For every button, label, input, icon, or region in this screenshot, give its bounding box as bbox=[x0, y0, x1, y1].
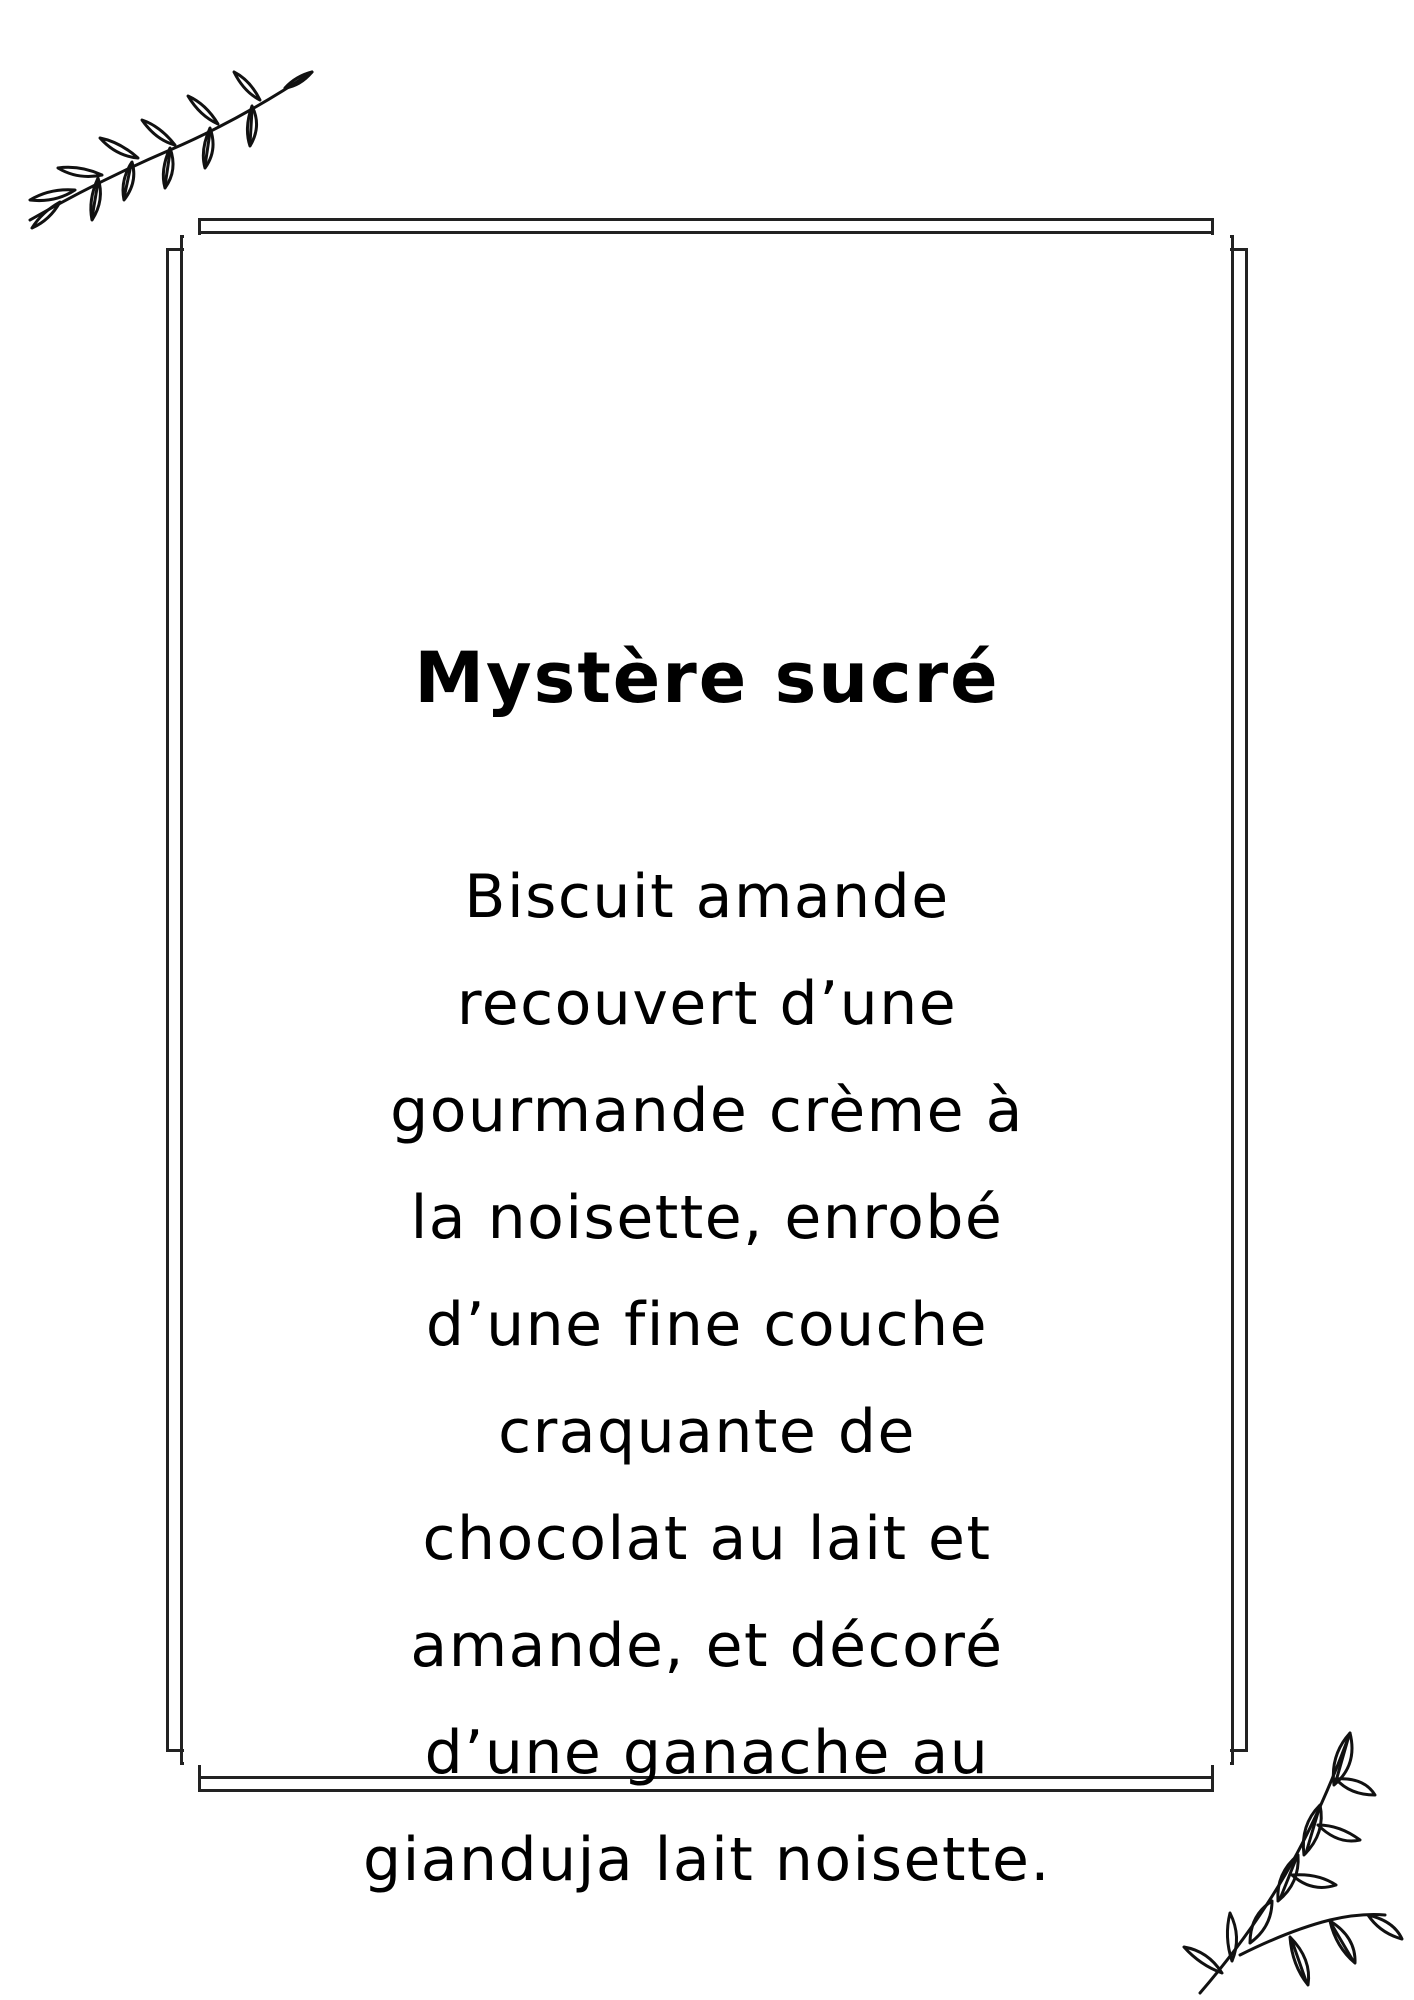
description-line: d’une fine couche bbox=[425, 1290, 989, 1360]
leaf-branch-icon bbox=[28, 70, 314, 230]
description-line: d’une ganache au bbox=[424, 1718, 990, 1788]
description-line: craquante de bbox=[498, 1397, 916, 1467]
description-line: gourmande crème à bbox=[390, 1076, 1024, 1146]
description-line: recouvert d’une bbox=[456, 969, 958, 1039]
product-title: Mystère sucré bbox=[414, 637, 1000, 719]
description-line: Biscuit amande bbox=[464, 862, 950, 932]
description-line: gianduja lait noisette. bbox=[363, 1825, 1051, 1895]
description-line: amande, et décoré bbox=[410, 1611, 1004, 1681]
description-line: la noisette, enrobé bbox=[410, 1183, 1004, 1253]
product-card: Mystère sucré Biscuit amande recouvert d… bbox=[190, 240, 1224, 1895]
product-description: Biscuit amande recouvert d’une gourmande… bbox=[250, 844, 1164, 1914]
description-line: chocolat au lait et bbox=[422, 1504, 992, 1574]
leaf-branch-icon bbox=[1182, 1731, 1404, 1995]
